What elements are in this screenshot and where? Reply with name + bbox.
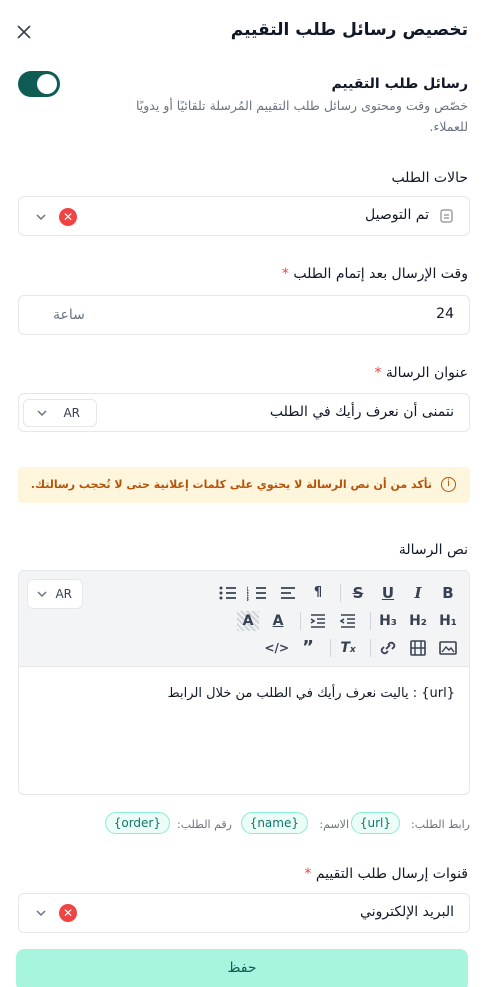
code-button[interactable]: </> — [265, 638, 290, 658]
body-label: نص الرسالة — [398, 542, 468, 558]
info-icon: i — [441, 477, 456, 492]
message-body-text[interactable]: {url} : ياليت نعرف رأيك في الطلب من خلال… — [168, 686, 455, 701]
send-time-label-text: وقت الإرسال بعد إتمام الطلب — [293, 266, 468, 282]
var-order-chip[interactable]: {order} — [104, 812, 170, 834]
warning-text: تأكد من أن نص الرسالة لا يحتوي على كلمات… — [30, 478, 432, 491]
clear-format-button[interactable]: Tx — [337, 638, 359, 658]
subject-value: نتمنى أن نعرف رأيك في الطلب — [269, 404, 454, 420]
order-status-value: تم التوصيل — [365, 207, 429, 223]
toolbar-divider — [370, 612, 371, 630]
save-button[interactable]: حفظ — [16, 949, 468, 987]
heading1-button[interactable]: H₁ — [437, 611, 459, 631]
rtl-direction-button[interactable]: ¶ — [307, 583, 329, 603]
subject-label-text: عنوان الرسالة — [385, 365, 468, 381]
toolbar-divider — [340, 584, 341, 602]
toggle-section-description-cont: للعملاء. — [429, 119, 468, 134]
send-time-label: وقت الإرسال بعد إتمام الطلب * — [282, 266, 468, 282]
body-language-select[interactable]: AR — [27, 579, 83, 609]
chevron-down-icon[interactable] — [35, 907, 47, 919]
toolbar-divider — [370, 639, 371, 657]
subject-label: عنوان الرسالة * — [374, 365, 468, 381]
send-time-unit: ساعة — [53, 307, 85, 323]
required-mark: * — [304, 866, 312, 882]
order-status-select[interactable]: تم التوصيل ✕ — [18, 196, 470, 236]
chevron-down-icon — [37, 591, 47, 598]
required-mark: * — [374, 365, 382, 381]
clear-icon[interactable]: ✕ — [59, 208, 77, 226]
subject-input[interactable]: نتمنى أن نعرف رأيك في الطلب AR — [18, 393, 470, 432]
image-icon[interactable] — [437, 638, 459, 658]
toggle-section-title: رسائل طلب التقييم — [331, 76, 468, 92]
close-icon[interactable] — [14, 22, 34, 42]
enable-toggle[interactable] — [18, 71, 60, 97]
var-url-chip[interactable]: {url} — [350, 812, 400, 834]
indent-increase-icon[interactable] — [307, 611, 329, 631]
send-time-input[interactable]: 24 ساعة — [18, 295, 470, 335]
status-icon — [440, 209, 453, 223]
bullet-list-icon[interactable] — [217, 583, 239, 603]
text-color-button[interactable]: A — [267, 611, 289, 631]
required-mark: * — [281, 266, 289, 282]
body-language-value: AR — [55, 587, 72, 601]
heading2-button[interactable]: H₂ — [407, 611, 429, 631]
page-title: تخصيص رسائل طلب التقييم — [230, 20, 468, 40]
var-name-chip[interactable]: {name} — [240, 812, 308, 834]
heading3-button[interactable]: H₃ — [377, 611, 399, 631]
chevron-down-icon[interactable] — [35, 211, 47, 223]
underline-button[interactable]: U — [377, 583, 399, 603]
strikethrough-button[interactable]: S — [347, 583, 369, 603]
message-editor: B I U S ¶ 123 H₁ H₂ H₃ A A Tx ” </> AR {… — [18, 570, 470, 795]
channels-label-text: قنوات إرسال طلب التقييم — [315, 866, 468, 882]
order-status-label: حالات الطلب — [391, 170, 468, 186]
warning-alert: i تأكد من أن نص الرسالة لا يحتوي على كلم… — [18, 467, 470, 503]
channels-select[interactable]: البريد الإلكتروني ✕ — [18, 893, 470, 933]
var-name-label: الاسم: — [319, 818, 349, 831]
indent-decrease-icon[interactable] — [337, 611, 359, 631]
subject-language-value: AR — [63, 406, 80, 420]
var-url-label: رابط الطلب: — [411, 818, 470, 831]
editor-toolbar: B I U S ¶ 123 H₁ H₂ H₃ A A Tx ” </> AR — [19, 571, 469, 667]
quote-button[interactable]: ” — [297, 638, 319, 658]
ordered-list-icon[interactable]: 123 — [247, 583, 269, 603]
toggle-knob — [37, 74, 57, 94]
chevron-down-icon — [37, 410, 47, 417]
highlight-color-button[interactable]: A — [237, 611, 259, 631]
toggle-section-description: خصّص وقت ومحتوى رسائل طلب التقييم المُرس… — [135, 98, 468, 113]
channels-label: قنوات إرسال طلب التقييم * — [304, 866, 468, 882]
link-icon[interactable] — [377, 638, 399, 658]
toolbar-divider — [330, 639, 331, 657]
send-time-value: 24 — [436, 306, 454, 322]
italic-button[interactable]: I — [407, 583, 429, 603]
align-left-icon[interactable] — [277, 583, 299, 603]
var-order-label: رقم الطلب: — [177, 818, 232, 831]
toolbar-divider — [300, 612, 301, 630]
bold-button[interactable]: B — [437, 583, 459, 603]
video-icon[interactable] — [407, 638, 429, 658]
clear-icon[interactable]: ✕ — [59, 904, 77, 922]
subject-language-select[interactable]: AR — [23, 399, 97, 427]
svg-text:3: 3 — [247, 596, 249, 603]
channels-value: البريد الإلكتروني — [360, 904, 454, 920]
